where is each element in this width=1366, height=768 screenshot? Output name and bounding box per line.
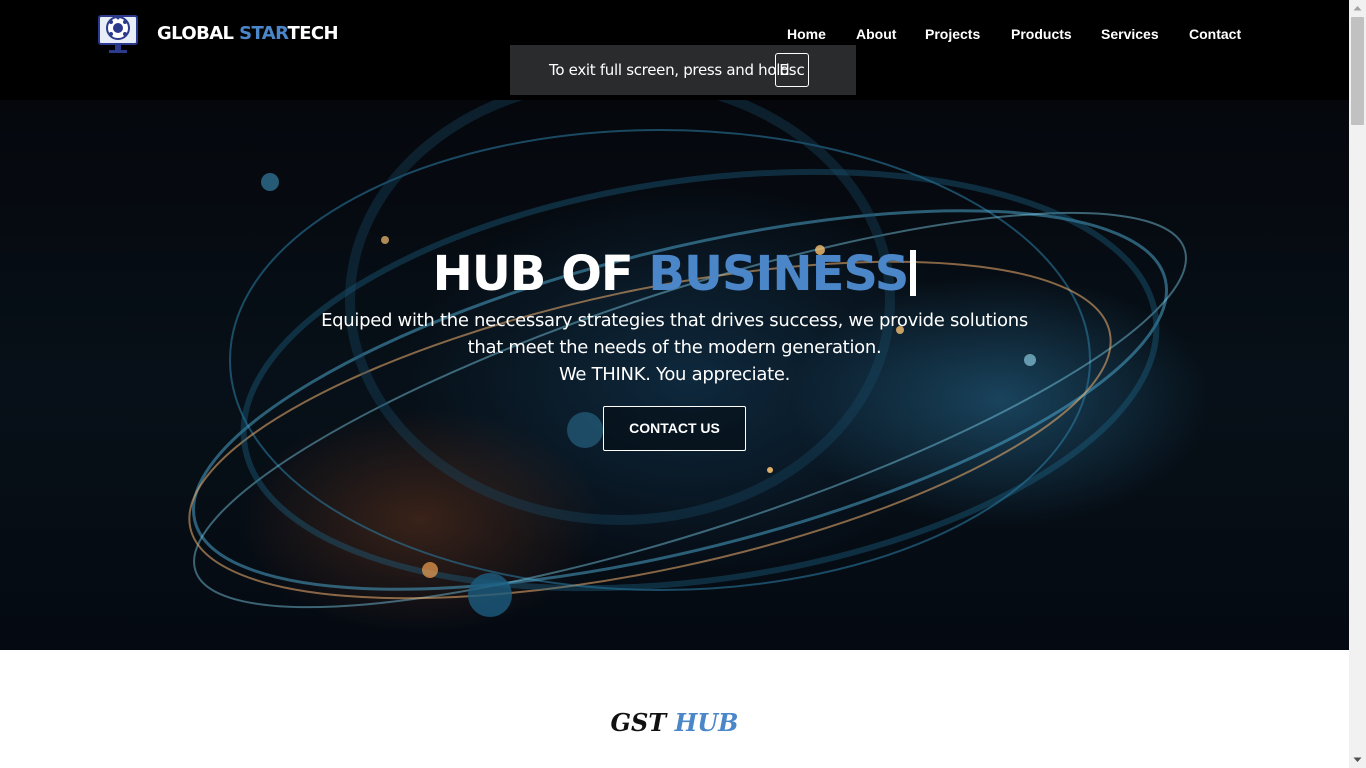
esc-key-badge: Esc [775, 53, 809, 87]
gst-hub-section: GST HUB [0, 650, 1349, 768]
page: GLOBAL STARTECH Home About Projects Prod… [0, 0, 1349, 768]
nav-projects[interactable]: Projects [925, 26, 980, 42]
hero-subtitle-line: Equiped with the neccessary strategies t… [321, 310, 1028, 331]
hero-section: HUB OF BUSINESS Equiped with the neccess… [0, 100, 1349, 650]
section-title-prefix: GST [610, 708, 667, 737]
typing-cursor [910, 250, 917, 296]
hero-subtitle-line: We THINK. You appreciate. [558, 364, 791, 385]
scrollbar-thumb[interactable] [1351, 17, 1364, 125]
toast-message: To exit full screen, press and hold [549, 61, 790, 79]
nav-about[interactable]: About [856, 26, 896, 42]
nav-home[interactable]: Home [787, 26, 826, 42]
section-title-accent: HUB [674, 708, 739, 737]
nav-services[interactable]: Services [1101, 26, 1159, 42]
hero-subtitle-line: that meet the needs of the modern genera… [467, 337, 882, 358]
main-nav: Home About Projects Products Services Co… [0, 26, 1349, 46]
fullscreen-exit-toast: To exit full screen, press and hold Esc [510, 45, 856, 95]
nav-products[interactable]: Products [1011, 26, 1072, 42]
hero-title: HUB OF BUSINESS [0, 246, 1349, 302]
triangle-up-icon[interactable] [1349, 0, 1366, 17]
vertical-scrollbar[interactable] [1349, 0, 1366, 768]
contact-us-button[interactable]: CONTACT US [603, 406, 746, 451]
nav-contact[interactable]: Contact [1189, 26, 1241, 42]
hero-title-accent: BUSINESS [648, 246, 909, 302]
hero-title-prefix: HUB OF [432, 246, 634, 302]
triangle-down-icon[interactable] [1349, 751, 1366, 768]
section-title: GST HUB [0, 708, 1349, 737]
hero-subtitle: Equiped with the neccessary strategies t… [0, 307, 1349, 388]
